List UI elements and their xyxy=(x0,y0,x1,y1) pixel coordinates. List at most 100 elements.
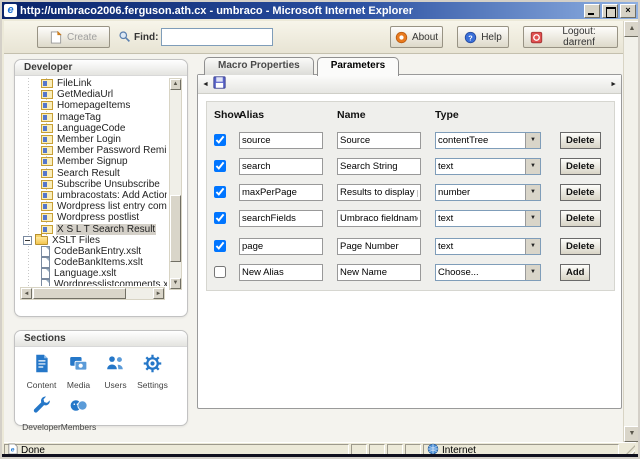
type-select[interactable]: contentTree▼ xyxy=(435,132,541,149)
name-input[interactable] xyxy=(337,264,421,281)
dropdown-arrow-icon[interactable]: ▼ xyxy=(525,185,540,200)
show-checkbox[interactable] xyxy=(214,160,226,172)
tree-item-codebankitems-xslt[interactable]: CodeBankItems.xslt xyxy=(19,257,167,268)
type-select-value: number xyxy=(436,187,525,198)
dropdown-arrow-icon[interactable]: ▼ xyxy=(525,265,540,280)
delete-button[interactable]: Delete xyxy=(560,184,601,201)
alias-input[interactable] xyxy=(239,158,323,175)
scroll-up-icon[interactable]: ▲ xyxy=(170,79,181,90)
parameter-row: text▼ Delete xyxy=(207,210,614,230)
section-members[interactable]: Members xyxy=(60,395,97,433)
alias-input[interactable] xyxy=(239,184,323,201)
minimize-button[interactable] xyxy=(584,4,600,18)
name-input[interactable] xyxy=(337,238,421,255)
collapse-toggle-icon[interactable] xyxy=(23,236,32,245)
name-input[interactable] xyxy=(337,210,421,227)
alias-input[interactable] xyxy=(239,132,323,149)
find-input[interactable] xyxy=(161,28,273,46)
scroll-down-icon[interactable]: ▼ xyxy=(170,278,181,289)
show-checkbox[interactable] xyxy=(214,266,226,278)
tree-item-xslt-files[interactable]: XSLT Files xyxy=(19,235,167,246)
delete-button[interactable]: Delete xyxy=(560,210,601,227)
section-content[interactable]: Content xyxy=(23,353,60,391)
tree-item-subscribe-unsubscribe[interactable]: Subscribe Unsubscribe xyxy=(19,179,167,190)
tree-horizontal-scrollbar[interactable]: ◄ ► xyxy=(20,287,165,300)
tree-item-member-login[interactable]: Member Login xyxy=(19,134,167,145)
tree-hscroll-thumb[interactable] xyxy=(33,288,126,299)
section-users[interactable]: Users xyxy=(97,353,134,391)
tab-strip: Macro PropertiesParameters xyxy=(204,57,399,75)
page-vertical-scrollbar[interactable]: ▲ ▼ xyxy=(623,21,640,442)
tab-macro-properties[interactable]: Macro Properties xyxy=(204,57,314,75)
name-input[interactable] xyxy=(337,132,421,149)
dropdown-arrow-icon[interactable]: ▼ xyxy=(525,239,540,254)
tree-item-wordpresslistcomments-xslt[interactable]: Wordpresslistcomments.xslt xyxy=(19,279,167,286)
tree-item-homepageitems[interactable]: HomepageItems xyxy=(19,100,167,111)
tree-item-member-signup[interactable]: Member Signup xyxy=(19,156,167,167)
settings-icon xyxy=(142,353,163,379)
tree-item-member-password-reminder[interactable]: Member Password Reminder xyxy=(19,145,167,156)
section-developer[interactable]: Developer xyxy=(23,395,60,433)
save-button[interactable] xyxy=(211,77,227,92)
add-button[interactable]: Add xyxy=(560,264,590,281)
name-input[interactable] xyxy=(337,158,421,175)
close-button[interactable]: × xyxy=(620,4,636,18)
page-scroll-down-icon[interactable]: ▼ xyxy=(624,426,640,442)
type-select[interactable]: number▼ xyxy=(435,184,541,201)
section-label: Members xyxy=(61,422,96,432)
section-media[interactable]: Media xyxy=(60,353,97,391)
tree-item-imagetag[interactable]: ImageTag xyxy=(19,112,167,123)
scroll-left-icon[interactable]: ◄ xyxy=(21,288,32,299)
dropdown-arrow-icon[interactable]: ▼ xyxy=(525,211,540,226)
section-settings[interactable]: Settings xyxy=(134,353,171,391)
file-icon xyxy=(41,257,50,268)
strip-left-arrow-icon[interactable]: ◄ xyxy=(202,81,209,88)
parameter-row: text▼ Delete xyxy=(207,238,614,258)
page-scroll-up-icon[interactable]: ▲ xyxy=(624,21,640,37)
help-button[interactable]: ? Help xyxy=(457,26,509,48)
strip-right-arrow-icon[interactable]: ► xyxy=(610,81,617,88)
tree-item-languagecode[interactable]: LanguageCode xyxy=(19,123,167,134)
delete-button[interactable]: Delete xyxy=(560,158,601,175)
tree-item-wordpress-postlist[interactable]: Wordpress postlist xyxy=(19,212,167,223)
type-select[interactable]: text▼ xyxy=(435,238,541,255)
tree-item-label: umbracostats: Add Action xyxy=(56,190,167,201)
type-select[interactable]: text▼ xyxy=(435,158,541,175)
save-icon xyxy=(213,76,226,94)
show-checkbox[interactable] xyxy=(214,186,226,198)
tree-item-wordpress-list-entry-comments[interactable]: Wordpress list entry comments xyxy=(19,201,167,212)
scroll-right-icon[interactable]: ► xyxy=(153,288,164,299)
tree-vertical-scrollbar[interactable]: ▲ ▼ xyxy=(169,78,182,290)
delete-button[interactable]: Delete xyxy=(560,132,601,149)
tree-item-search-result[interactable]: Search Result xyxy=(19,168,167,179)
find-icon xyxy=(118,30,131,43)
tree-item-language-xslt[interactable]: Language.xslt xyxy=(19,268,167,279)
tab-parameters[interactable]: Parameters xyxy=(317,57,399,76)
show-checkbox[interactable] xyxy=(214,240,226,252)
create-button[interactable]: Create xyxy=(37,26,110,48)
logout-button[interactable]: Logout: darrenf xyxy=(523,26,618,48)
show-checkbox[interactable] xyxy=(214,134,226,146)
tree-item-label: HomepageItems xyxy=(56,100,131,111)
show-checkbox[interactable] xyxy=(214,212,226,224)
tree-item-umbracostats-add-action[interactable]: umbracostats: Add Action xyxy=(19,190,167,201)
tree-item-getmediaurl[interactable]: GetMediaUrl xyxy=(19,89,167,100)
title-bar: e http://umbraco2006.ferguson.ath.cx - u… xyxy=(2,2,638,19)
maximize-button[interactable] xyxy=(602,4,618,18)
name-input[interactable] xyxy=(337,184,421,201)
about-button[interactable]: About xyxy=(390,26,443,48)
alias-input[interactable] xyxy=(239,238,323,255)
type-select[interactable]: Choose...▼ xyxy=(435,264,541,281)
tree-item-codebankentry-xslt[interactable]: CodeBankEntry.xslt xyxy=(19,246,167,257)
macro-icon xyxy=(41,213,53,222)
tree-item-filelink[interactable]: FileLink xyxy=(19,78,167,89)
alias-input[interactable] xyxy=(239,210,323,227)
tree-scroll-thumb[interactable] xyxy=(170,195,181,262)
section-label: Content xyxy=(27,380,57,390)
dropdown-arrow-icon[interactable]: ▼ xyxy=(525,133,540,148)
alias-input[interactable] xyxy=(239,264,323,281)
delete-button[interactable]: Delete xyxy=(560,238,601,255)
content-toolbar: ◄ ► xyxy=(198,75,621,94)
type-select[interactable]: text▼ xyxy=(435,210,541,227)
dropdown-arrow-icon[interactable]: ▼ xyxy=(525,159,540,174)
